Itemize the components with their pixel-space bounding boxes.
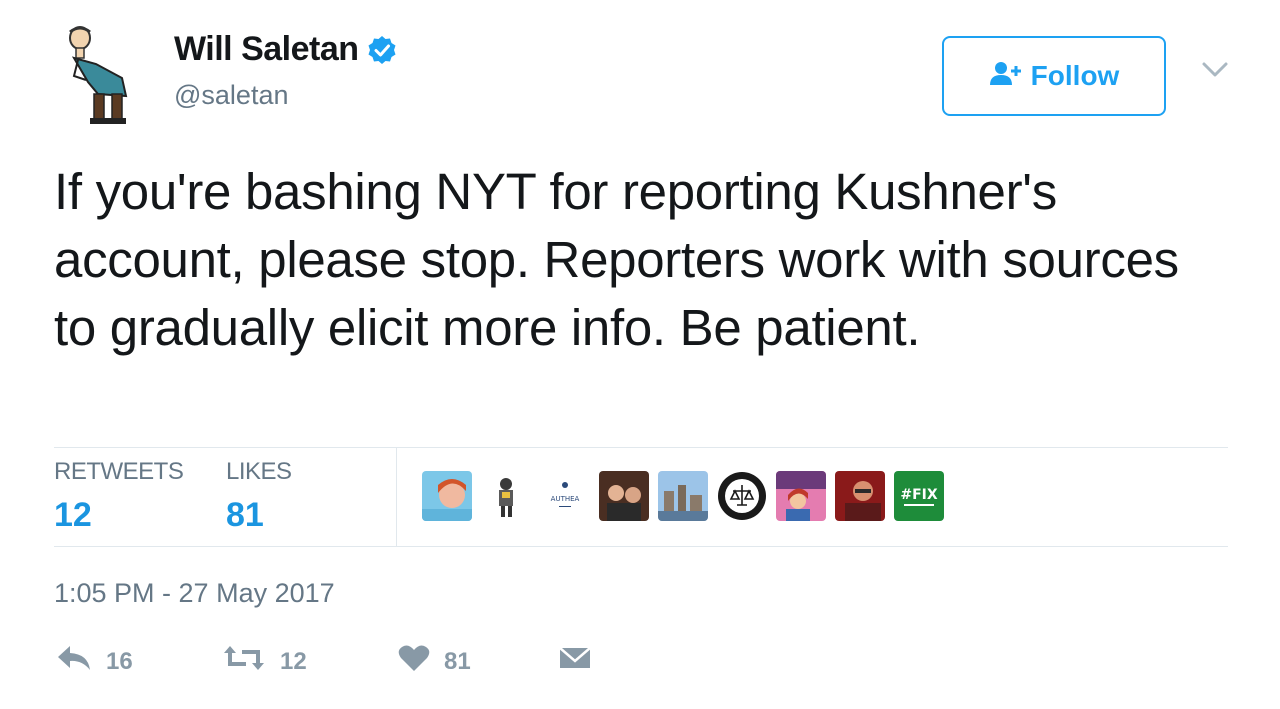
reply-button[interactable]: 16: [56, 644, 133, 679]
liker-avatar[interactable]: #FIX: [894, 471, 944, 521]
liker-avatar-text: AUTHEA: [551, 495, 580, 503]
likes-count: 81: [226, 496, 264, 534]
follow-button[interactable]: Follow: [942, 36, 1166, 116]
likers-list: AUTHEA #FIX: [422, 471, 944, 521]
envelope-icon: [558, 644, 592, 679]
retweet-icon: [222, 644, 266, 679]
liker-avatar[interactable]: [599, 471, 649, 521]
verified-badge-icon: [367, 35, 397, 65]
liker-avatar[interactable]: [422, 471, 472, 521]
retweet-count: 12: [280, 647, 307, 675]
chevron-down-icon[interactable]: [1200, 60, 1230, 80]
reply-icon: [56, 644, 92, 679]
retweets-count: 12: [54, 496, 92, 534]
reply-count: 16: [106, 647, 133, 675]
display-name[interactable]: Will Saletan: [174, 30, 359, 69]
retweets-label: RETWEETS: [54, 458, 184, 485]
like-button[interactable]: 81: [398, 644, 471, 679]
liker-avatar[interactable]: [717, 471, 767, 521]
avatar[interactable]: [58, 24, 140, 126]
liker-avatar[interactable]: [481, 471, 531, 521]
liker-avatar[interactable]: [658, 471, 708, 521]
liker-avatar[interactable]: [776, 471, 826, 521]
heart-icon: [398, 644, 430, 679]
divider-top: [54, 447, 1228, 448]
follow-button-label: Follow: [1030, 60, 1120, 91]
liker-avatar[interactable]: AUTHEA: [540, 471, 590, 521]
like-count: 81: [444, 647, 471, 675]
user-handle[interactable]: @saletan: [174, 80, 288, 111]
stats-divider: [396, 448, 397, 546]
tweet-timestamp[interactable]: 1:05 PM - 27 May 2017: [54, 578, 335, 609]
user-name-row[interactable]: Will Saletan: [174, 30, 397, 69]
likes-label: LIKES: [226, 458, 292, 485]
liker-avatar[interactable]: [835, 471, 885, 521]
liker-avatar-text: #FIX: [900, 487, 938, 503]
divider-bottom: [54, 546, 1228, 547]
likes-stat[interactable]: LIKES 81: [226, 458, 292, 535]
retweets-stat[interactable]: RETWEETS 12: [54, 458, 184, 535]
tweet-text: If you're bashing NYT for reporting Kush…: [54, 163, 1179, 356]
follow-user-icon: [989, 60, 1023, 93]
retweet-button[interactable]: 12: [222, 644, 307, 679]
direct-message-button[interactable]: [558, 644, 592, 679]
